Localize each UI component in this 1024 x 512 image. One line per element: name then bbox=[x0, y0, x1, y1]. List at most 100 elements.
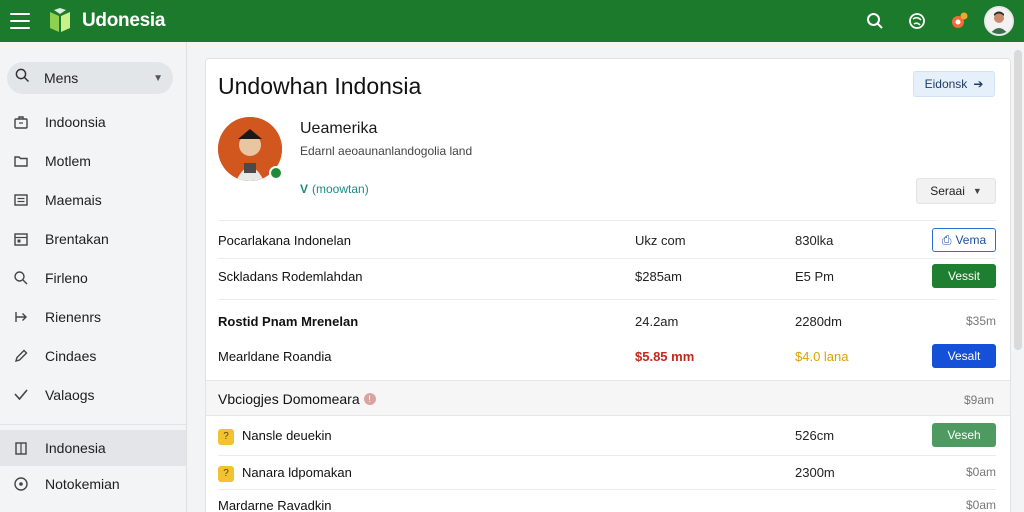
item-name-wrap: ? Nansle deuekin bbox=[218, 428, 332, 445]
item-name-wrap: ? Nanara ldpomakan bbox=[218, 465, 352, 482]
item-amount: $0am bbox=[965, 498, 996, 512]
item-name: Mardarne Ravadkin bbox=[218, 498, 332, 512]
view-icon: ⎙ bbox=[941, 232, 952, 247]
sidebar-item-indoonsia[interactable]: Indoonsia bbox=[0, 104, 186, 140]
item-value: 2300m bbox=[795, 465, 835, 480]
item-name: Nansle deuekin bbox=[242, 428, 332, 443]
filter-select-label: Seraai bbox=[930, 184, 965, 198]
verified-mark-icon: V bbox=[300, 182, 309, 196]
sidebar-item-label: Brentakan bbox=[45, 231, 109, 247]
check-icon bbox=[12, 386, 30, 404]
document-icon: ? bbox=[218, 428, 234, 445]
info-icon[interactable]: ! bbox=[363, 393, 376, 405]
sidebar-item-label: Cindaes bbox=[45, 348, 97, 364]
edit-button[interactable]: Eidonsk ➔ bbox=[913, 71, 995, 97]
edit-button-label: Eidonsk bbox=[924, 77, 968, 91]
item-amount: $0am bbox=[965, 465, 996, 479]
row-amount: $35m bbox=[965, 314, 996, 328]
profile-subtitle: Edarnl aeoaunanlandogolia land bbox=[300, 144, 473, 158]
table-row[interactable]: Rostid Pnam Mrenelan 24.2am 2280dm $35m bbox=[218, 307, 996, 337]
verify-button[interactable]: Veseh bbox=[932, 423, 996, 447]
verify-button[interactable]: Vessit bbox=[932, 264, 996, 288]
notification-icon[interactable] bbox=[938, 0, 980, 42]
list-item[interactable]: Mardarne Ravadkin $0am bbox=[218, 491, 996, 512]
divider bbox=[218, 299, 996, 300]
search-icon[interactable] bbox=[854, 0, 896, 42]
user-avatar[interactable] bbox=[984, 6, 1014, 36]
sidebar-item-firleno[interactable]: Firleno bbox=[0, 260, 186, 296]
profile-status-text: (moowtan) bbox=[312, 182, 369, 196]
main-card: Undowhan Indonsia Eidonsk ➔ Ueamerika Ed… bbox=[205, 58, 1011, 512]
sidebar-item-label: Valaogs bbox=[45, 387, 95, 403]
row-name: Mearldane Roandia bbox=[218, 349, 332, 364]
profile-name: Ueamerika bbox=[300, 120, 378, 137]
section-title: Vbciogjes Domomeara bbox=[218, 391, 360, 407]
sidebar-item-valaogs[interactable]: Valaogs bbox=[0, 377, 186, 413]
row-name: Rostid Pnam Mrenelan bbox=[218, 314, 359, 329]
chevron-down-icon: ▼ bbox=[153, 72, 163, 84]
row-col3: 830lka bbox=[795, 233, 834, 248]
globe-icon[interactable] bbox=[896, 0, 938, 42]
row-name: Pocarlakana Indonelan bbox=[218, 233, 351, 248]
verified-icon bbox=[269, 166, 283, 180]
section-header: Vbciogjes Domomeara ! $9am bbox=[206, 380, 1010, 416]
sidebar-item-brentakan[interactable]: Brentakan bbox=[0, 221, 186, 257]
row-col2: $5.85 mm bbox=[635, 349, 695, 364]
divider bbox=[218, 455, 996, 456]
sidebar-item-label: Indoonsia bbox=[45, 114, 106, 130]
app-logo-icon bbox=[48, 8, 72, 34]
divider bbox=[218, 489, 996, 490]
chevron-down-icon: ▼ bbox=[972, 186, 982, 196]
sidebar: Mens ▼ Indoonsia Motlem Maemais Brentaka… bbox=[0, 42, 187, 512]
menu-icon[interactable] bbox=[10, 13, 30, 29]
section-amount: $9am bbox=[963, 393, 994, 407]
app-header: Udonesia bbox=[0, 0, 1024, 42]
search-icon bbox=[15, 68, 30, 88]
sidebar-item-label: Motlem bbox=[45, 153, 91, 169]
row-col3: $4.0 lana bbox=[795, 349, 849, 364]
scrollbar[interactable] bbox=[1014, 50, 1022, 350]
search-icon bbox=[12, 269, 30, 287]
row-col2: 24.2am bbox=[635, 314, 679, 329]
list-icon bbox=[12, 191, 30, 209]
row-col2: $285am bbox=[635, 269, 682, 284]
profile-status-link[interactable]: V (moowtan) bbox=[300, 182, 369, 196]
sidebar-item-maemais[interactable]: Maemais bbox=[0, 182, 186, 218]
verify-button[interactable]: Vesalt bbox=[932, 344, 996, 368]
sidebar-item-label: Rienenrs bbox=[45, 309, 102, 325]
section-title-wrap: Vbciogjes Domomeara ! bbox=[218, 391, 376, 407]
sidebar-item-indonesia[interactable]: Indonesia bbox=[0, 430, 186, 466]
view-button[interactable]: ⎙ Vema bbox=[932, 228, 996, 252]
list-item[interactable]: ? Nansle deuekin 526cm Veseh bbox=[218, 421, 996, 451]
filter-select[interactable]: Seraai ▼ bbox=[916, 178, 996, 204]
export-icon bbox=[12, 308, 30, 326]
sidebar-item-rienenrs[interactable]: Rienenrs bbox=[0, 299, 186, 335]
sidebar-item-label: Notokemian bbox=[45, 476, 120, 492]
briefcase-icon bbox=[12, 113, 30, 131]
row-col3: E5 Pm bbox=[795, 269, 835, 284]
document-icon: ? bbox=[218, 465, 234, 482]
sidebar-item-cindaes[interactable]: Cindaes bbox=[0, 338, 186, 374]
building-icon bbox=[12, 439, 30, 457]
divider bbox=[218, 258, 996, 259]
folder-icon bbox=[12, 152, 30, 170]
row-col2: Ukz com bbox=[635, 233, 686, 248]
sidebar-item-notokemian[interactable]: Notokemian bbox=[0, 466, 186, 502]
pencil-icon bbox=[12, 347, 30, 365]
table-row[interactable]: Sckladans Rodemlahdan $285am E5 Pm Vessi… bbox=[218, 262, 996, 292]
table-row[interactable]: Pocarlakana Indonelan Ukz com 830lka ⎙ V… bbox=[218, 226, 996, 256]
sidebar-item-motlem[interactable]: Motlem bbox=[0, 143, 186, 179]
sidebar-search-label: Mens bbox=[44, 70, 79, 86]
row-name: Sckladans Rodemlahdan bbox=[218, 269, 363, 284]
sidebar-item-label: Indonesia bbox=[45, 440, 106, 456]
divider bbox=[218, 220, 996, 221]
page-title: Undowhan Indonsia bbox=[218, 73, 422, 99]
app-brand[interactable]: Udonesia bbox=[82, 10, 165, 32]
sidebar-divider bbox=[0, 424, 186, 425]
item-value: 526cm bbox=[795, 428, 835, 443]
sidebar-search[interactable]: Mens ▼ bbox=[7, 62, 173, 94]
table-row[interactable]: Mearldane Roandia $5.85 mm $4.0 lana Ves… bbox=[218, 342, 996, 372]
calendar-icon bbox=[12, 230, 30, 248]
list-item[interactable]: ? Nanara ldpomakan 2300m $0am bbox=[218, 458, 996, 488]
sidebar-item-label: Maemais bbox=[45, 192, 102, 208]
